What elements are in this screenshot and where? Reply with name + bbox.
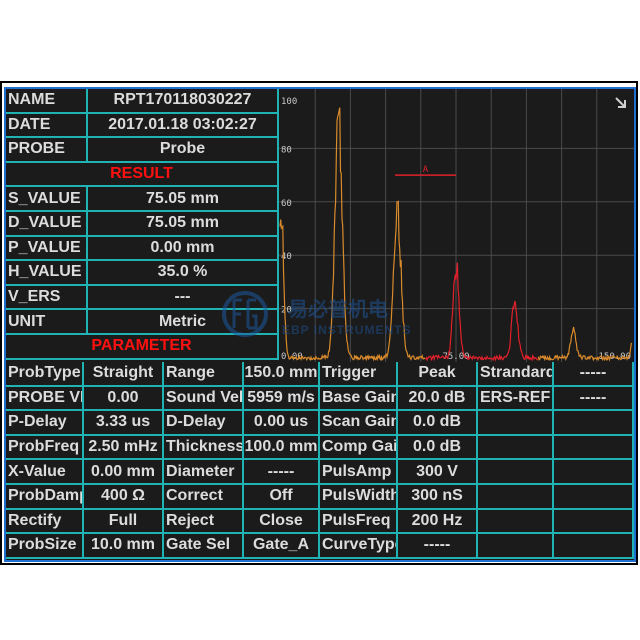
param-value xyxy=(554,411,634,436)
result-value: 0.00 mm xyxy=(88,236,279,262)
param-label: D-Delay xyxy=(164,411,244,436)
param-label: Scan Gain xyxy=(320,411,398,436)
info-label: NAME xyxy=(6,89,88,114)
param-label: PulsFreq xyxy=(320,509,398,535)
param-value: 2.50 mHz xyxy=(84,435,164,461)
gate-label: A xyxy=(423,165,429,175)
info-value: 2017.01.18 03:02:27 xyxy=(88,113,279,139)
param-value: 200 Hz xyxy=(398,509,478,535)
result-value: 35.0 % xyxy=(88,261,279,286)
result-value: 75.05 mm xyxy=(88,187,279,212)
result-value: --- xyxy=(88,285,279,311)
param-value: 3.33 us xyxy=(84,411,164,436)
param-label xyxy=(478,534,554,559)
param-value: 150.0 mm xyxy=(244,362,320,387)
param-value: 300 V xyxy=(398,460,478,485)
result-label: D_VALUE xyxy=(6,212,88,237)
y-tick-label: 100 xyxy=(281,97,297,107)
param-label: CurveType xyxy=(320,534,398,559)
param-label: Base Gain xyxy=(320,386,398,412)
param-value: 100.0 mm xyxy=(244,435,320,461)
param-label: Diameter xyxy=(164,460,244,485)
ascan-chart: 100806040200.00 75.00 150.00 A xyxy=(279,89,634,362)
param-value xyxy=(554,435,634,461)
param-label: ProbType xyxy=(6,362,84,387)
param-label: Reject xyxy=(164,509,244,535)
result-value: 75.05 mm xyxy=(88,212,279,237)
result-label: UNIT xyxy=(6,310,88,335)
param-label: Comp Gain xyxy=(320,435,398,461)
param-label: PulsAmp xyxy=(320,460,398,485)
result-header: RESULT xyxy=(6,162,279,188)
param-value: Straight xyxy=(84,362,164,387)
result-label: H_VALUE xyxy=(6,261,88,286)
param-value: 0.0 dB xyxy=(398,411,478,436)
param-value: Close xyxy=(244,509,320,535)
param-value: 0.00 mm xyxy=(84,460,164,485)
param-value: Peak xyxy=(398,362,478,387)
param-label: ProbFreq xyxy=(6,435,84,461)
param-label: P-Delay xyxy=(6,411,84,436)
param-value: 300 nS xyxy=(398,485,478,510)
param-value: ----- xyxy=(244,460,320,485)
info-value: Probe xyxy=(88,138,279,163)
param-label xyxy=(478,460,554,485)
y-tick-label: 80 xyxy=(281,145,292,155)
param-value xyxy=(554,534,634,559)
param-label: ProbDamp xyxy=(6,485,84,510)
param-label: PROBE VK xyxy=(6,386,84,412)
param-value: 10.0 mm xyxy=(84,534,164,559)
param-value: 400 Ω xyxy=(84,485,164,510)
param-label: Correct xyxy=(164,485,244,510)
param-label: Strandard xyxy=(478,362,554,387)
param-label xyxy=(478,509,554,535)
param-label: X-Value xyxy=(6,460,84,485)
param-label xyxy=(478,411,554,436)
param-value: 5959 m/s xyxy=(244,386,320,412)
param-value: 0.00 xyxy=(84,386,164,412)
param-value: ----- xyxy=(398,534,478,559)
param-label: PulsWidth xyxy=(320,485,398,510)
info-label: PROBE xyxy=(6,138,88,163)
param-value: 0.0 dB xyxy=(398,435,478,461)
param-label: Range xyxy=(164,362,244,387)
result-label: S_VALUE xyxy=(6,187,88,212)
param-value: ----- xyxy=(554,362,634,387)
result-label: P_VALUE xyxy=(6,236,88,262)
param-label: Rectify xyxy=(6,509,84,535)
param-label: ProbSize xyxy=(6,534,84,559)
param-label: ERS-REF xyxy=(478,386,554,412)
info-label: DATE xyxy=(6,113,88,139)
param-value: Gate_A xyxy=(244,534,320,559)
param-value: Off xyxy=(244,485,320,510)
y-tick-label: 60 xyxy=(281,199,292,209)
param-label xyxy=(478,435,554,461)
param-value xyxy=(554,509,634,535)
result-label: V_ERS xyxy=(6,285,88,311)
param-value: ----- xyxy=(554,386,634,412)
result-value: Metric xyxy=(88,310,279,335)
param-value xyxy=(554,485,634,510)
param-label xyxy=(478,485,554,510)
info-value: RPT170118030227 xyxy=(88,89,279,114)
param-label: Thickness xyxy=(164,435,244,461)
param-label: Trigger xyxy=(320,362,398,387)
parameter-header: PARAMETER xyxy=(6,335,279,360)
y-tick-label: 20 xyxy=(281,306,292,316)
param-label: Sound Vel xyxy=(164,386,244,412)
y-tick-label: 40 xyxy=(281,252,292,262)
param-value: 20.0 dB xyxy=(398,386,478,412)
param-value: 0.00 us xyxy=(244,411,320,436)
param-label: Gate Sel xyxy=(164,534,244,559)
param-value xyxy=(554,460,634,485)
param-value: Full xyxy=(84,509,164,535)
